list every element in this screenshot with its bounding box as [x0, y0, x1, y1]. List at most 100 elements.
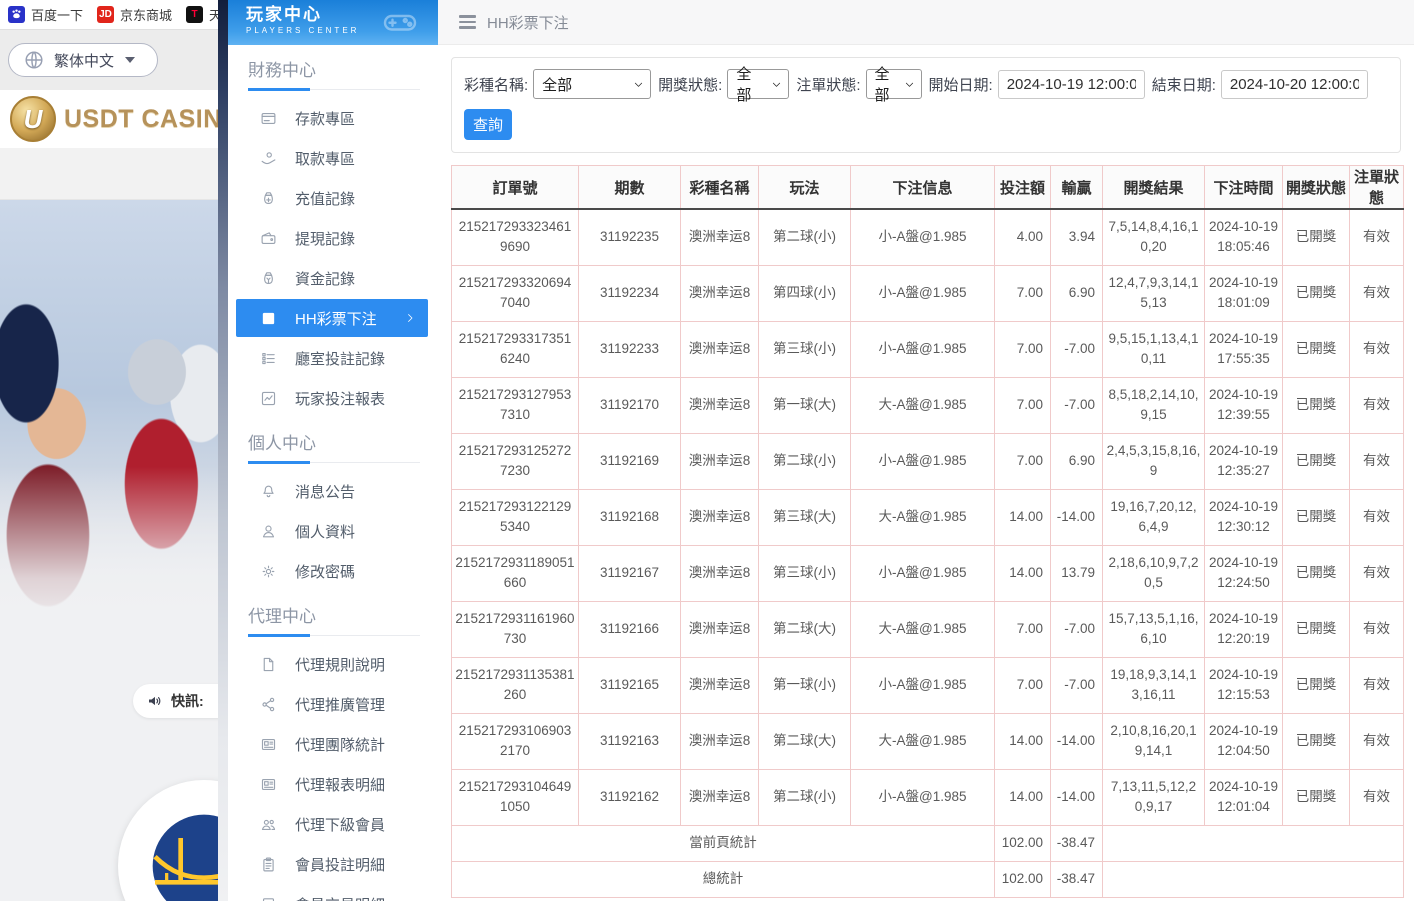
cell-draw-status: 已開獎 — [1283, 769, 1350, 825]
sidebar-item-profile[interactable]: 個人資料 — [228, 511, 438, 551]
page-summary-label: 當前頁統計 — [452, 825, 995, 861]
order-status-label: 注單狀態: — [796, 74, 860, 95]
cell-order-no: 2152172931279537310 — [452, 377, 579, 433]
sidebar-item-agent-promotion[interactable]: 代理推廣管理 — [228, 684, 438, 724]
sidebar-item-player-bet-report[interactable]: 玩家投注報表 — [228, 378, 438, 418]
section-title: 財務中心 — [248, 56, 420, 81]
cell-bet-time: 2024-10-19 12:04:50 — [1205, 713, 1283, 769]
sidebar-item-recharge-records[interactable]: 充值記錄 — [228, 178, 438, 218]
bridge-logo-icon — [148, 810, 218, 901]
sidebar-item-funds-records[interactable]: 資金記錄 — [228, 258, 438, 298]
page-title: HH彩票下注 — [487, 12, 569, 33]
cell-draw-result: 15,7,13,5,1,16,6,10 — [1103, 601, 1205, 657]
sidebar-item-agent-team-stats[interactable]: 代理團隊統計 — [228, 724, 438, 764]
news-icon — [260, 736, 277, 753]
cell-draw-status: 已開獎 — [1283, 321, 1350, 377]
sidebar-item-label: 會員投註明細 — [295, 854, 385, 875]
cell-bet-amount: 14.00 — [995, 489, 1051, 545]
cell-win-loss: -14.00 — [1051, 713, 1103, 769]
sidebar-item-withdrawal-records[interactable]: 提現記錄 — [228, 218, 438, 258]
total-summary-row: 總統計 102.00 -38.47 — [452, 861, 1404, 897]
cell-lottery-name: 澳洲幸运8 — [681, 657, 759, 713]
page-edge-shadow — [218, 0, 228, 901]
bookmark-label: 京东商城 — [120, 5, 172, 24]
cell-bet-time: 2024-10-19 18:05:46 — [1205, 209, 1283, 265]
doc-icon — [260, 656, 277, 673]
sidebar-item-member-transaction-detail[interactable]: 會員交易明細 — [228, 884, 438, 901]
sidebar-item-agent-downline-members[interactable]: 代理下級會員 — [228, 804, 438, 844]
chevron-down-icon — [771, 79, 782, 90]
sidebar-item-deposit-area[interactable]: 存款專區 — [228, 98, 438, 138]
column-header: 注單狀態 — [1350, 166, 1404, 210]
column-header: 開獎狀態 — [1283, 166, 1350, 210]
cell-draw-result: 2,4,5,3,15,8,16,9 — [1103, 433, 1205, 489]
search-button[interactable]: 查詢 — [464, 109, 512, 140]
cell-bet-info: 小-A盤@1.985 — [851, 545, 995, 601]
cell-draw-result: 12,4,7,9,3,14,15,13 — [1103, 265, 1205, 321]
total-summary-empty — [1103, 861, 1404, 897]
chart-report-icon — [260, 390, 277, 407]
column-header: 下注時間 — [1205, 166, 1283, 210]
cell-bet-amount: 4.00 — [995, 209, 1051, 265]
draw-status-label: 開獎狀態: — [658, 74, 722, 95]
draw-status-select[interactable]: 全部 — [727, 69, 789, 99]
table-row: 215217293106903217031192163澳洲幸运8第二球(大)大-… — [452, 713, 1404, 769]
sidebar-item-label: 充值記錄 — [295, 188, 355, 209]
sidebar-item-label: 代理團隊統計 — [295, 734, 385, 755]
total-summary-bet: 102.00 — [995, 861, 1051, 897]
globe-icon — [23, 49, 45, 71]
cell-period: 31192235 — [579, 209, 681, 265]
lottery-select[interactable]: 全部 — [533, 69, 651, 99]
users-icon — [260, 816, 277, 833]
sidebar-item-label: HH彩票下注 — [295, 308, 377, 329]
language-label: 繁体中文 — [54, 50, 114, 71]
total-summary-label: 總統計 — [452, 861, 995, 897]
cell-period: 31192170 — [579, 377, 681, 433]
sidebar-item-announcements[interactable]: 消息公告 — [228, 471, 438, 511]
cell-period: 31192168 — [579, 489, 681, 545]
start-date-input[interactable] — [998, 70, 1145, 99]
cell-win-loss: -7.00 — [1051, 601, 1103, 657]
news-icon — [260, 776, 277, 793]
news-ticker[interactable]: 快訊: — [133, 684, 218, 718]
end-date-input[interactable] — [1221, 70, 1368, 99]
sidebar-item-label: 代理規則說明 — [295, 654, 385, 675]
sidebar-item-room-bet-records[interactable]: 廳室投註記錄 — [228, 338, 438, 378]
bookmark-jd[interactable]: JD京东商城 — [97, 5, 172, 24]
team-logo — [118, 780, 218, 901]
sidebar-item-label: 會員交易明細 — [295, 894, 385, 901]
cell-period: 31192234 — [579, 265, 681, 321]
cell-bet-info: 小-A盤@1.985 — [851, 433, 995, 489]
sidebar-item-agent-report-detail[interactable]: 代理報表明細 — [228, 764, 438, 804]
bookmark-tmall[interactable]: T天猫 — [186, 5, 218, 24]
cell-draw-result: 19,16,7,20,12,6,4,9 — [1103, 489, 1205, 545]
cell-lottery-name: 澳洲幸运8 — [681, 769, 759, 825]
cell-bet-amount: 14.00 — [995, 769, 1051, 825]
chevron-right-icon — [404, 312, 416, 324]
menu-toggle-icon[interactable] — [459, 15, 476, 29]
bookmark-label: 天猫 — [209, 5, 218, 24]
gamepad-icon — [372, 4, 428, 40]
sidebar-item-change-password[interactable]: 修改密碼 — [228, 551, 438, 591]
table-row: 215217293125272723031192169澳洲幸运8第二球(小)小-… — [452, 433, 1404, 489]
cell-order-status: 有效 — [1350, 321, 1404, 377]
lottery-filter-label: 彩種名稱: — [464, 74, 528, 95]
sidebar-item-hh-lottery-bets[interactable]: HH彩票下注 — [236, 299, 428, 337]
page-summary-bet: 102.00 — [995, 825, 1051, 861]
cell-win-loss: 13.79 — [1051, 545, 1103, 601]
bookmarks-bar: 百度一下 JD京东商城 T天猫 — [0, 0, 218, 30]
table-row: 215217293113538126031192165澳洲幸运8第一球(小)小-… — [452, 657, 1404, 713]
sidebar-item-withdraw-area[interactable]: 取款專區 — [228, 138, 438, 178]
sidebar-menu: 代理規則說明代理推廣管理代理團隊統計代理報表明細代理下級會員會員投註明細會員交易… — [228, 637, 438, 901]
order-status-select[interactable]: 全部 — [866, 69, 922, 99]
cell-play-type: 第四球(小) — [759, 265, 851, 321]
language-selector[interactable]: 繁体中文 — [8, 43, 158, 77]
bookmark-baidu[interactable]: 百度一下 — [8, 5, 83, 24]
cell-bet-amount: 14.00 — [995, 713, 1051, 769]
table-row: 215217293116196073031192166澳洲幸运8第二球(大)大-… — [452, 601, 1404, 657]
cell-order-status: 有效 — [1350, 601, 1404, 657]
cell-bet-time: 2024-10-19 17:55:35 — [1205, 321, 1283, 377]
sidebar-item-agent-rules[interactable]: 代理規則說明 — [228, 644, 438, 684]
column-header: 彩種名稱 — [681, 166, 759, 210]
sidebar-item-member-bet-detail[interactable]: 會員投註明細 — [228, 844, 438, 884]
